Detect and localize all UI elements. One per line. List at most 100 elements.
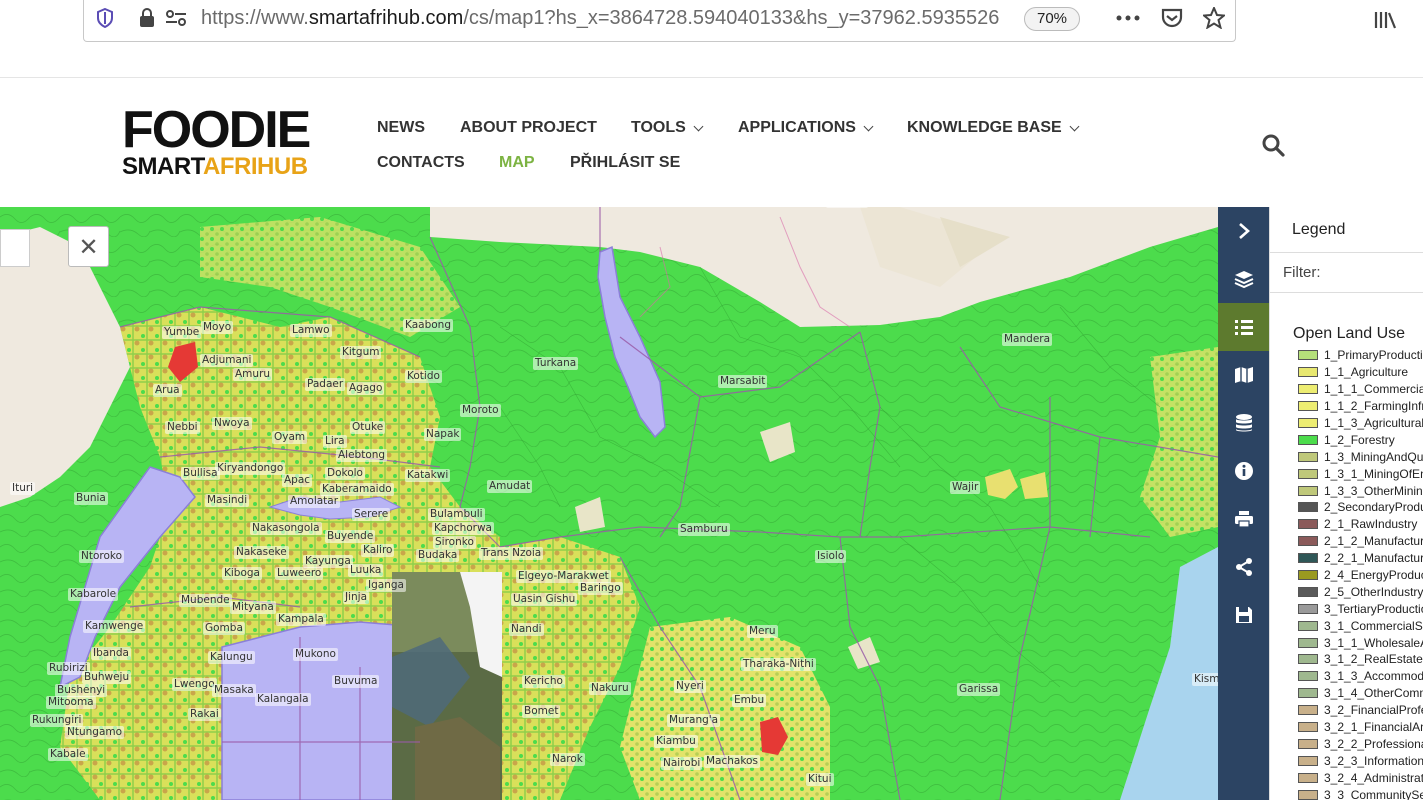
map-place-label: Mityana — [230, 601, 276, 614]
bookmark-star-icon[interactable] — [1201, 6, 1227, 30]
legend-item[interactable]: 3_1_1_WholesaleAndRetail — [1298, 634, 1423, 651]
url-bar[interactable]: https://www.smartafrihub.com/cs/map1?hs_… — [83, 0, 1236, 42]
legend-item[interactable]: 2_1_RawIndustry — [1298, 516, 1423, 533]
map-place-label: Nakaseke — [234, 546, 289, 559]
map-place-label: Padaer — [305, 378, 346, 391]
legend-item[interactable]: 3_3_CommunityServices — [1298, 786, 1423, 800]
map-place-label: Machakos — [704, 755, 760, 768]
legend-swatch — [1298, 367, 1318, 378]
pocket-icon[interactable] — [1159, 6, 1185, 30]
info-button[interactable] — [1218, 447, 1269, 495]
lock-icon[interactable] — [136, 7, 158, 29]
map-place-label: Iganga — [366, 579, 406, 592]
map-place-label: Kalangala — [255, 693, 311, 706]
url-host: smartafrihub.com — [308, 7, 464, 29]
map-place-label: Lira — [323, 435, 347, 448]
map-place-label: Masindi — [205, 494, 250, 507]
legend-item-label: 1_2_Forestry — [1324, 432, 1395, 447]
nav-login[interactable]: PŘIHLÁSIT SE — [570, 154, 680, 172]
legend-item[interactable]: 3_1_4_OtherCommercial — [1298, 685, 1423, 702]
legend-item-label: 2_SecondaryProduction — [1324, 500, 1423, 515]
map-place-label: Ibanda — [91, 647, 131, 660]
nav-contacts[interactable]: CONTACTS — [377, 154, 465, 172]
legend-item[interactable]: 3_2_4_AdministrativeServices — [1298, 769, 1423, 786]
site-header: FOODIE SMARTAFRIHUB NEWS ABOUT PROJECT T… — [0, 79, 1423, 207]
collapse-panel-button[interactable] — [1218, 207, 1269, 255]
legend-item[interactable]: 3_2_2_ProfessionalServices — [1298, 735, 1423, 752]
base-map-button[interactable] — [1218, 351, 1269, 399]
map-place-label: Nyeri — [674, 680, 706, 693]
nav-map[interactable]: MAP — [499, 154, 535, 172]
legend-button[interactable] — [1218, 303, 1269, 351]
map-place-label: Lwengo — [172, 678, 217, 691]
nav-news[interactable]: NEWS — [377, 119, 425, 137]
map-place-label: Jinja — [343, 591, 370, 604]
map-place-label: Luweero — [275, 567, 324, 580]
map-place-label: Garissa — [957, 683, 1001, 696]
map-canvas[interactable]: Oromia YumbeMoyo Lamwo Kaabong AdjumaniAmuru… — [0, 207, 1218, 800]
save-button[interactable] — [1218, 591, 1269, 639]
nav-about-project[interactable]: ABOUT PROJECT — [460, 119, 597, 137]
foodie-logo[interactable]: FOODIE SMARTAFRIHUB — [122, 104, 334, 184]
nav-tools[interactable]: TOOLS — [631, 119, 704, 137]
tracking-shield-icon[interactable] — [94, 7, 116, 29]
legend-item[interactable]: 2_5_OtherIndustry — [1298, 583, 1423, 600]
map-place-label: Dokolo — [325, 467, 365, 480]
legend-item[interactable]: 2_4_EnergyProduction — [1298, 567, 1423, 584]
search-icon[interactable] — [1261, 133, 1285, 157]
legend-item[interactable]: 3_2_1_FinancialAndInsurance — [1298, 719, 1423, 736]
legend-item-label: 3_TertiaryProduction — [1324, 601, 1423, 616]
map-place-label: Kitui — [806, 773, 834, 786]
legend-item[interactable]: 3_1_CommercialServices — [1298, 617, 1423, 634]
layers-button[interactable] — [1218, 255, 1269, 303]
map-place-label: Mitooma — [46, 696, 96, 709]
legend-item[interactable]: 1_3_1_MiningOfEnergy — [1298, 465, 1423, 482]
legend-item[interactable]: 1_3_3_OtherMining — [1298, 482, 1423, 499]
legend-swatch — [1298, 502, 1318, 513]
page-actions-icon[interactable] — [1114, 7, 1142, 29]
data-button[interactable] — [1218, 399, 1269, 447]
map-search-input[interactable] — [0, 229, 30, 267]
legend-item[interactable]: 1_1_1_CommercialAgriculture — [1298, 381, 1423, 398]
nav-applications[interactable]: APPLICATIONS — [738, 119, 874, 137]
map-place-label: Napak — [424, 428, 462, 441]
legend-swatch — [1298, 688, 1318, 699]
legend-filter-input[interactable]: Filter: — [1270, 252, 1423, 293]
legend-swatch — [1298, 553, 1318, 564]
close-icon[interactable]: ✕ — [68, 226, 109, 267]
map-place-label: Narok — [550, 753, 585, 766]
legend-item[interactable]: 3_TertiaryProduction — [1298, 600, 1423, 617]
url-text[interactable]: https://www.smartafrihub.com/cs/map1?hs_… — [201, 7, 1021, 30]
map-place-label: Kaliro — [361, 544, 395, 557]
legend-item[interactable]: 3_2_FinancialProfessional — [1298, 702, 1423, 719]
legend-item[interactable]: 1_1_3_AgriculturalProduction — [1298, 415, 1423, 432]
legend-item[interactable]: 2_2_1_Manufacturing — [1298, 550, 1423, 567]
legend-item[interactable]: 3_1_2_RealEstate — [1298, 651, 1423, 668]
legend-item[interactable]: 1_2_Forestry — [1298, 431, 1423, 448]
nav-knowledge-base[interactable]: KNOWLEDGE BASE — [907, 119, 1080, 137]
map-place-label: Kiboga — [222, 567, 262, 580]
legend-swatch — [1298, 434, 1318, 445]
legend-item[interactable]: 2_1_2_Manufacturing — [1298, 533, 1423, 550]
legend-item-label: 1_3_1_MiningOfEnergy — [1324, 466, 1423, 481]
print-button[interactable] — [1218, 495, 1269, 543]
legend-item[interactable]: 3_1_3_Accommodation — [1298, 668, 1423, 685]
list-icon — [1234, 320, 1253, 335]
legend-item[interactable]: 1_PrimaryProduction — [1298, 347, 1423, 364]
nav-login-label: PŘIHLÁSIT SE — [570, 154, 681, 171]
legend-item[interactable]: 3_2_3_Information — [1298, 752, 1423, 769]
legend-item[interactable]: 1_1_2_FarmingInfrastructure — [1298, 398, 1423, 415]
zoom-level-button[interactable]: 70% — [1024, 7, 1080, 31]
map-place-label: Kamwenge — [83, 620, 146, 633]
permissions-icon[interactable] — [164, 7, 188, 29]
library-icon[interactable] — [1372, 8, 1398, 32]
database-icon — [1235, 414, 1252, 432]
share-button[interactable] — [1218, 543, 1269, 591]
map-place-label: Nwoya — [212, 417, 252, 430]
legend-item[interactable]: 2_SecondaryProduction — [1298, 499, 1423, 516]
legend-item[interactable]: 1_3_MiningAndQuarrying — [1298, 448, 1423, 465]
nav-tools-label: TOOLS — [631, 119, 686, 136]
map-place-label: Mukono — [293, 648, 338, 661]
legend-title: Legend — [1292, 221, 1346, 238]
legend-item[interactable]: 1_1_Agriculture — [1298, 364, 1423, 381]
